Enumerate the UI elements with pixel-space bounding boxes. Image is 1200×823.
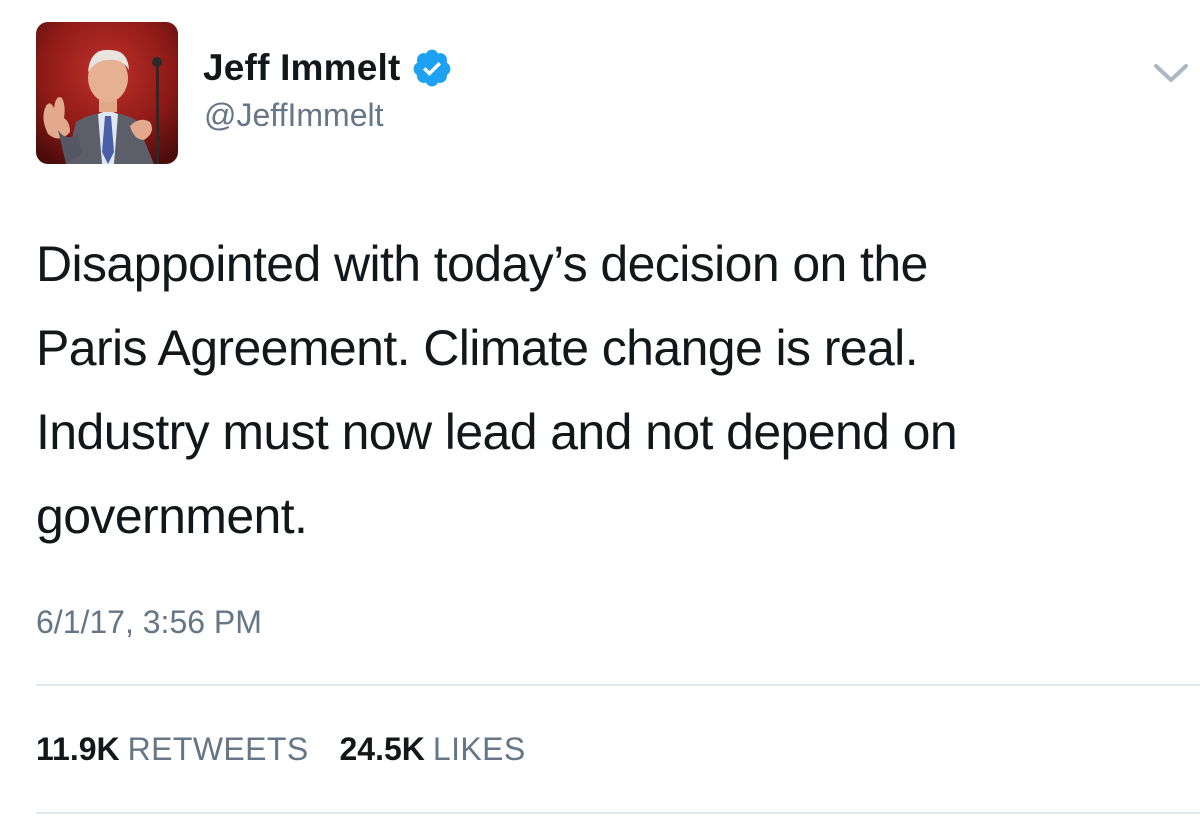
tweet-stats: 11.9K RETWEETS 24.5K LIKES bbox=[36, 727, 548, 771]
divider bbox=[36, 684, 1200, 686]
tweet-text-line: Paris Agreement. Climate change is real. bbox=[36, 320, 919, 376]
tweet-timestamp[interactable]: 6/1/17, 3:56 PM bbox=[36, 600, 262, 644]
retweets-count: 11.9K bbox=[36, 731, 120, 767]
divider bbox=[36, 812, 1200, 814]
retweets-label: RETWEETS bbox=[127, 731, 309, 767]
tweet-text: Disappointed with today’s decision on th… bbox=[36, 222, 1176, 558]
author-name[interactable]: Jeff Immelt bbox=[203, 44, 401, 92]
tweet-text-line: Industry must now lead and not depend on bbox=[36, 404, 958, 460]
chevron-down-icon[interactable] bbox=[1148, 58, 1194, 88]
avatar[interactable] bbox=[36, 22, 178, 164]
likes-label: LIKES bbox=[432, 731, 526, 767]
likes-stat[interactable]: 24.5K LIKES bbox=[340, 727, 526, 771]
tweet-text-line: Disappointed with today’s decision on th… bbox=[36, 236, 928, 292]
tweet-text-line: government. bbox=[36, 488, 308, 544]
verified-badge-icon bbox=[411, 47, 453, 89]
tweet-card: Jeff Immelt @JeffImmelt Disappointed wit… bbox=[0, 0, 1200, 823]
retweets-stat[interactable]: 11.9K RETWEETS bbox=[36, 727, 309, 771]
author-name-row[interactable]: Jeff Immelt bbox=[203, 44, 453, 92]
author-handle[interactable]: @JeffImmelt bbox=[204, 94, 383, 136]
avatar-photo bbox=[36, 22, 178, 164]
likes-count: 24.5K bbox=[339, 731, 425, 767]
